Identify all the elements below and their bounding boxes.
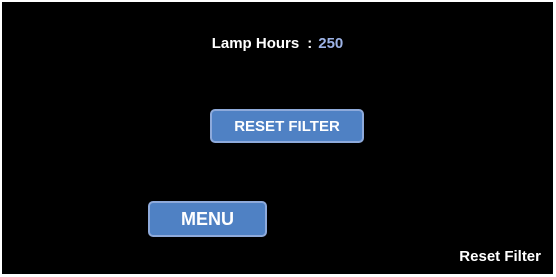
menu-button[interactable]: MENU	[148, 201, 267, 237]
projector-osd-screen: Lamp Hours:250 RESET FILTER MENU Reset F…	[2, 2, 553, 274]
lamp-hours-label: Lamp Hours	[211, 35, 300, 52]
lamp-hours-value: 250	[318, 35, 344, 52]
screen-title: Reset Filter	[459, 248, 541, 265]
lamp-hours-separator: :	[307, 35, 313, 52]
reset-filter-button[interactable]: RESET FILTER	[210, 109, 364, 143]
lamp-hours-readout: Lamp Hours:250	[2, 35, 553, 52]
